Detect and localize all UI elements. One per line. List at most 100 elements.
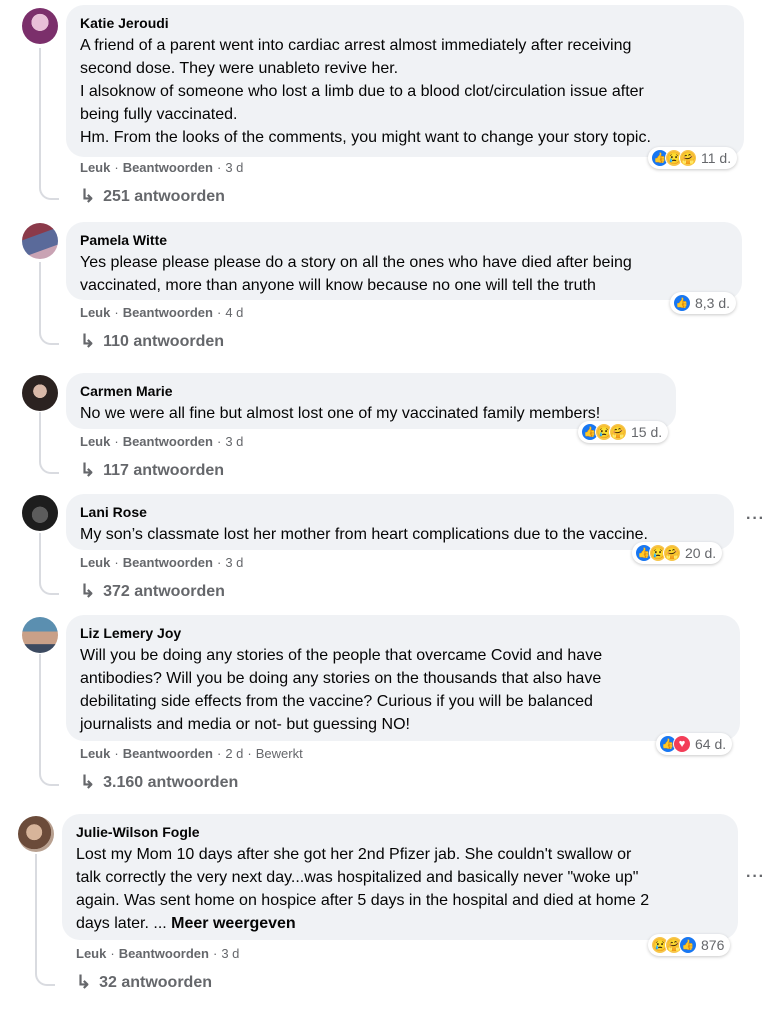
replies-count: 251 antwoorden — [103, 187, 225, 205]
more-options-button[interactable]: ··· — [746, 868, 765, 886]
see-more-link[interactable]: Meer weergeven — [171, 915, 296, 932]
reaction-count: 11 d. — [701, 150, 732, 166]
timestamp[interactable]: 3 d — [225, 555, 243, 570]
thread-line — [39, 654, 59, 786]
comment-line: I alsoknow of someone who lost a limb du… — [80, 83, 644, 100]
like-link[interactable]: Leuk — [80, 160, 110, 175]
comment-bubble: Lani Rose My son’s classmate lost her mo… — [66, 494, 734, 550]
comment-line: Yes please please please do a story on a… — [80, 254, 632, 271]
reply-link[interactable]: Beantwoorden — [123, 434, 213, 449]
view-replies-link[interactable]: ↳ 117 antwoorden — [80, 460, 224, 481]
comment-line: again. Was sent home on hospice after 5 … — [76, 892, 650, 909]
comment-line: talk correctly the very next day...was h… — [76, 869, 639, 886]
comment-text: Yes please please please do a story on a… — [80, 251, 728, 297]
comment-line: No we were all fine but almost lost one … — [80, 405, 601, 422]
view-replies-link[interactable]: ↳ 110 antwoorden — [80, 331, 224, 352]
replies-count: 117 antwoorden — [103, 461, 225, 479]
avatar[interactable] — [18, 816, 54, 852]
thread-line — [39, 262, 59, 345]
comment-author[interactable]: Julie-Wilson Fogle — [76, 823, 724, 841]
comment-author[interactable]: Pamela Witte — [80, 231, 728, 249]
comment-bubble: Julie-Wilson Fogle Lost my Mom 10 days a… — [62, 814, 738, 940]
care-reaction-icon: 🤗 — [663, 544, 681, 562]
replies-count: 32 antwoorden — [99, 973, 212, 991]
comment-line: vaccinated, more than anyone will know b… — [80, 277, 596, 294]
reply-arrow-icon: ↳ — [80, 331, 96, 351]
comment-text: A friend of a parent went into cardiac a… — [80, 34, 730, 149]
comment-line: debilitating side effects from the vacci… — [80, 693, 593, 710]
love-reaction-icon: ♥ — [673, 735, 691, 753]
comment-text: Will you be doing any stories of the peo… — [80, 644, 726, 736]
timestamp[interactable]: 4 d — [225, 305, 243, 320]
avatar[interactable] — [22, 495, 58, 531]
reaction-count: 20 d. — [685, 545, 717, 561]
reactions-summary[interactable]: 👍 😢 🤗 15 d. — [578, 421, 669, 443]
more-options-button[interactable]: ··· — [746, 510, 765, 528]
like-link[interactable]: Leuk — [80, 746, 110, 761]
reactions-summary[interactable]: 👍 😢 🤗 20 d. — [632, 542, 723, 564]
comment-line: being fully vaccinated. — [80, 106, 238, 123]
reactions-summary[interactable]: 😢 🤗 👍 876 — [648, 934, 731, 956]
thread-line — [39, 412, 59, 474]
reactions-summary[interactable]: 👍 8,3 d. — [670, 292, 737, 314]
comment-text: Lost my Mom 10 days after she got her 2n… — [76, 843, 724, 935]
comment-bubble: Liz Lemery Joy Will you be doing any sto… — [66, 615, 740, 741]
like-link[interactable]: Leuk — [80, 434, 110, 449]
comment-author[interactable]: Carmen Marie — [80, 382, 662, 400]
view-replies-link[interactable]: ↳ 32 antwoorden — [76, 972, 212, 993]
reply-arrow-icon: ↳ — [80, 772, 96, 792]
thread-line — [35, 854, 55, 986]
reply-arrow-icon: ↳ — [80, 460, 96, 480]
view-replies-link[interactable]: ↳ 251 antwoorden — [80, 186, 225, 207]
reply-link[interactable]: Beantwoorden — [123, 746, 213, 761]
edited-label: Bewerkt — [255, 746, 303, 761]
care-reaction-icon: 🤗 — [679, 149, 697, 167]
avatar[interactable] — [22, 223, 58, 259]
comment-line-text: days later. ... — [76, 915, 167, 932]
comment-line: Lost my Mom 10 days after she got her 2n… — [76, 846, 632, 863]
timestamp[interactable]: 3 d — [225, 160, 243, 175]
care-reaction-icon: 🤗 — [609, 423, 627, 441]
view-replies-link[interactable]: ↳ 3.160 antwoorden — [80, 772, 238, 793]
comment-line: antibodies? Will you be doing any storie… — [80, 670, 602, 687]
like-link[interactable]: Leuk — [80, 305, 110, 320]
replies-count: 372 antwoorden — [103, 582, 225, 600]
like-link[interactable]: Leuk — [80, 555, 110, 570]
comment-author[interactable]: Katie Jeroudi — [80, 14, 730, 32]
timestamp[interactable]: 2 d — [225, 746, 243, 761]
comment-line: journalists and media or not- but guessi… — [80, 716, 410, 733]
like-link[interactable]: Leuk — [76, 946, 106, 961]
comment-author[interactable]: Liz Lemery Joy — [80, 624, 726, 642]
avatar[interactable] — [22, 617, 58, 653]
reaction-count: 15 d. — [631, 424, 663, 440]
replies-count: 3.160 antwoorden — [103, 773, 239, 791]
comment-line: days later. ... Meer weergeven — [76, 912, 724, 935]
view-replies-link[interactable]: ↳ 372 antwoorden — [80, 581, 225, 602]
reactions-summary[interactable]: 👍 ♥ 64 d. — [656, 733, 733, 755]
timestamp[interactable]: 3 d — [225, 434, 243, 449]
replies-count: 110 antwoorden — [103, 332, 225, 350]
comment-text: My son’s classmate lost her mother from … — [80, 523, 720, 546]
comment-line: second dose. They were unableto revive h… — [80, 60, 399, 77]
reactions-summary[interactable]: 👍 😢 🤗 11 d. — [648, 147, 738, 169]
like-reaction-icon: 👍 — [673, 294, 691, 312]
avatar[interactable] — [22, 375, 58, 411]
comment-actions: Leuk · Beantwoorden · 4 d — [80, 305, 244, 320]
reply-link[interactable]: Beantwoorden — [123, 160, 213, 175]
comment-actions: Leuk · Beantwoorden · 3 d — [80, 160, 244, 175]
comment-actions: Leuk · Beantwoorden · 3 d — [80, 434, 244, 449]
comment-actions: Leuk · Beantwoorden · 2 d · Bewerkt — [80, 746, 303, 761]
comment-line: A friend of a parent went into cardiac a… — [80, 37, 632, 54]
avatar[interactable] — [22, 8, 58, 44]
comment-line: Hm. From the looks of the comments, you … — [80, 129, 651, 146]
reply-arrow-icon: ↳ — [76, 972, 92, 992]
like-reaction-icon: 👍 — [679, 936, 697, 954]
reply-link[interactable]: Beantwoorden — [123, 305, 213, 320]
reaction-count: 8,3 d. — [695, 295, 731, 311]
reply-link[interactable]: Beantwoorden — [123, 555, 213, 570]
comment-actions: Leuk · Beantwoorden · 3 d — [76, 946, 240, 961]
timestamp[interactable]: 3 d — [221, 946, 239, 961]
comment-text: No we were all fine but almost lost one … — [80, 402, 662, 425]
comment-author[interactable]: Lani Rose — [80, 503, 720, 521]
reply-link[interactable]: Beantwoorden — [119, 946, 209, 961]
